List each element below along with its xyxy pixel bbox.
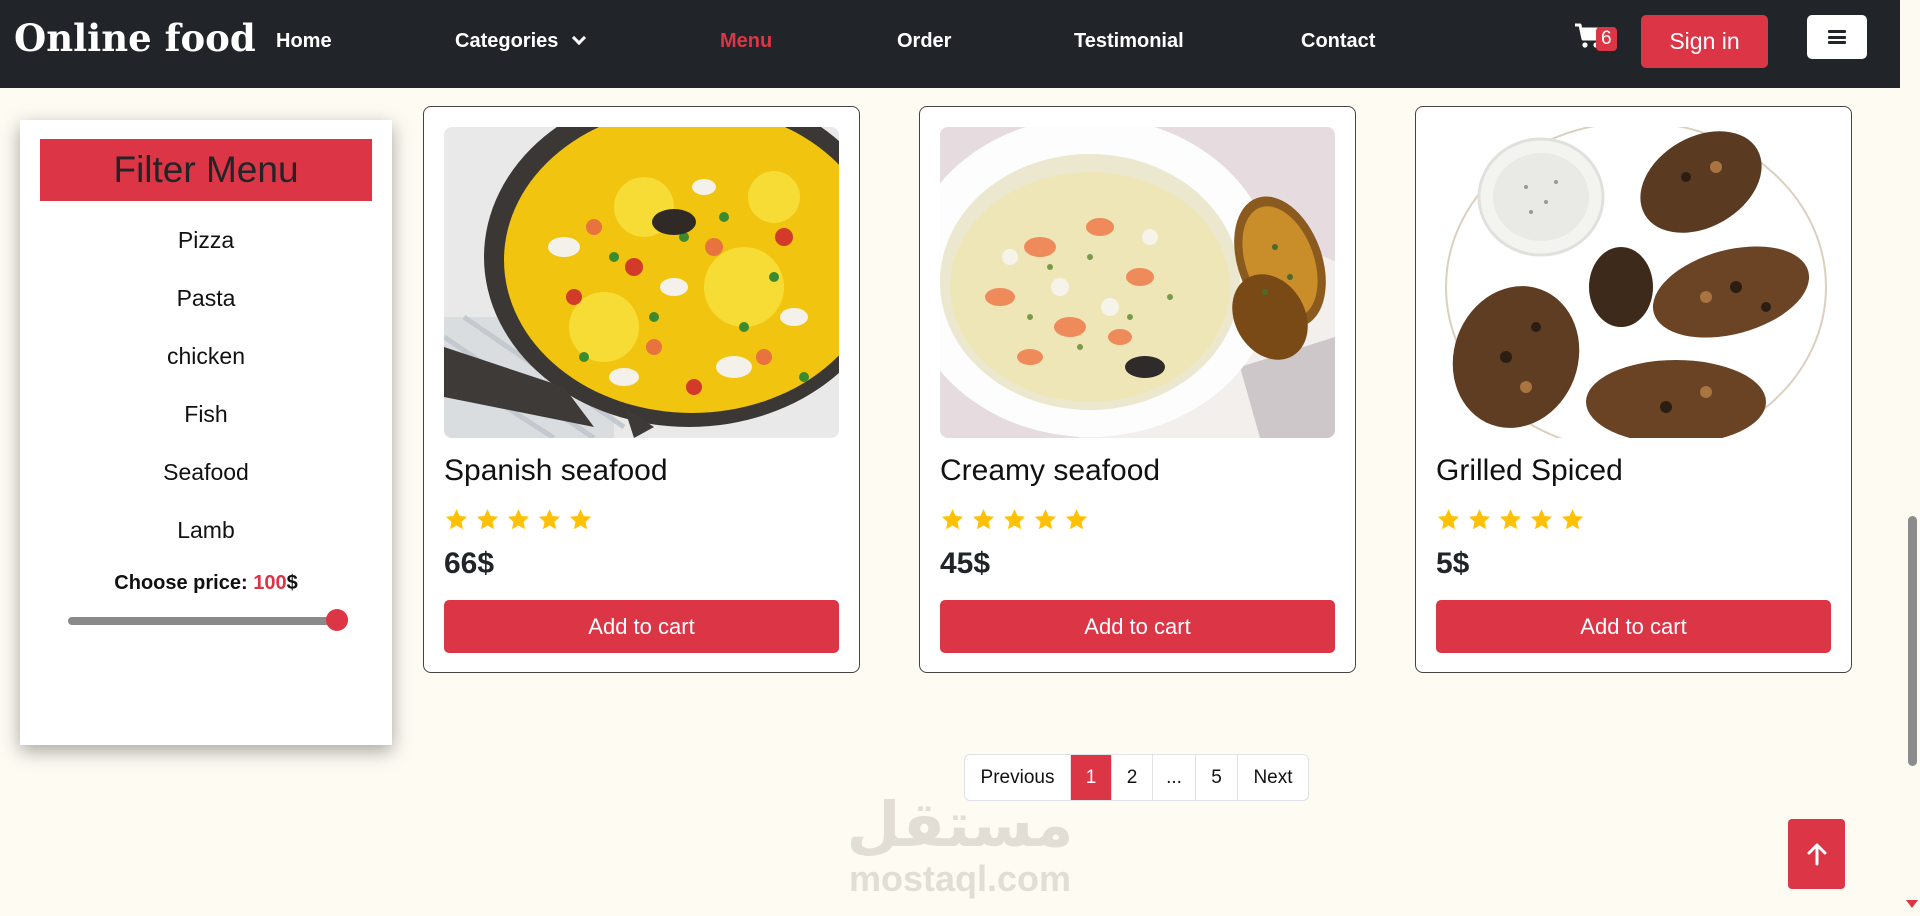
navbar-toggler[interactable] xyxy=(1807,15,1867,59)
nav-menu[interactable]: Menu xyxy=(720,30,772,53)
star-icon xyxy=(1003,509,1026,530)
nav-contact[interactable]: Contact xyxy=(1301,30,1375,53)
star-icon xyxy=(1561,509,1584,530)
star-icon xyxy=(1437,509,1460,530)
nav-order[interactable]: Order xyxy=(897,30,951,53)
chevron-down-icon xyxy=(572,30,587,46)
price-unit: $ xyxy=(286,572,298,594)
back-to-top-button[interactable] xyxy=(1788,819,1845,889)
star-icon xyxy=(507,509,530,530)
seafood-chowder-bowl-photo xyxy=(940,127,1335,438)
star-icon xyxy=(445,509,468,530)
pagination-page-2[interactable]: 2 xyxy=(1112,755,1153,800)
add-to-cart-button[interactable]: Add to cart xyxy=(1436,600,1831,653)
cart-count-badge: 6 xyxy=(1596,27,1617,51)
star-icon xyxy=(941,509,964,530)
add-to-cart-button[interactable]: Add to cart xyxy=(444,600,839,653)
star-icon xyxy=(1530,509,1553,530)
navbar: Online food Home Categories Menu Order T… xyxy=(0,0,1900,88)
scrollbar-thumb[interactable] xyxy=(1908,516,1917,766)
product-card: Spanish seafood 66$ Add to cart xyxy=(423,106,860,673)
filter-item-pasta[interactable]: Pasta xyxy=(20,285,392,312)
nav-categories[interactable]: Categories xyxy=(455,30,587,53)
star-icon xyxy=(1034,509,1057,530)
product-card: Grilled Spiced 5$ Add to cart xyxy=(1415,106,1852,673)
grilled-chicken-wings-photo xyxy=(1436,127,1831,438)
pagination-next[interactable]: Next xyxy=(1238,755,1308,800)
watermark-arabic: مستقل xyxy=(846,788,1074,861)
rating-stars xyxy=(444,507,593,532)
star-icon xyxy=(569,509,592,530)
nav-categories-label: Categories xyxy=(455,30,559,52)
product-name: Creamy seafood xyxy=(940,454,1161,487)
scrollbar-track[interactable] xyxy=(1900,0,1920,916)
nav-testimonial[interactable]: Testimonial xyxy=(1074,30,1184,53)
price-slider-track[interactable] xyxy=(68,617,348,625)
star-icon xyxy=(476,509,499,530)
watermark-latin: mostaql.com xyxy=(848,858,1072,899)
star-icon xyxy=(538,509,561,530)
product-price: 45$ xyxy=(940,547,991,580)
arrow-up-icon xyxy=(1807,843,1826,866)
hamburger-icon xyxy=(1828,30,1846,44)
filter-title: Filter Menu xyxy=(40,139,372,201)
star-icon xyxy=(972,509,995,530)
filter-item-chicken[interactable]: chicken xyxy=(20,343,392,370)
price-value: 100 xyxy=(253,572,287,594)
star-icon xyxy=(1499,509,1522,530)
filter-panel: Filter Menu Pizza Pasta chicken Fish Sea… xyxy=(20,120,392,745)
star-icon xyxy=(1468,509,1491,530)
product-price: 66$ xyxy=(444,547,495,580)
pagination-ellipsis: ... xyxy=(1153,755,1196,800)
paella-pan-photo xyxy=(444,127,839,438)
rating-stars xyxy=(1436,507,1585,532)
filter-item-fish[interactable]: Fish xyxy=(20,401,392,428)
scroll-down-arrow-icon[interactable] xyxy=(1906,900,1918,908)
cart-button[interactable]: 6 xyxy=(1574,22,1624,56)
filter-item-lamb[interactable]: Lamb xyxy=(20,517,392,544)
pagination-page-5[interactable]: 5 xyxy=(1196,755,1238,800)
price-slider-thumb[interactable] xyxy=(326,609,348,631)
rating-stars xyxy=(940,507,1089,532)
price-filter-label: Choose price: 100$ xyxy=(20,572,392,595)
add-to-cart-button[interactable]: Add to cart xyxy=(940,600,1335,653)
star-icon xyxy=(1065,509,1088,530)
product-name: Spanish seafood xyxy=(444,454,668,487)
product-name: Grilled Spiced xyxy=(1436,454,1623,487)
nav-home[interactable]: Home xyxy=(276,30,332,53)
product-card: Creamy seafood 45$ Add to cart xyxy=(919,106,1356,673)
filter-item-seafood[interactable]: Seafood xyxy=(20,459,392,486)
sign-in-button[interactable]: Sign in xyxy=(1641,15,1768,68)
price-label-text: Choose price: xyxy=(114,572,248,594)
product-price: 5$ xyxy=(1436,547,1470,580)
filter-item-pizza[interactable]: Pizza xyxy=(20,227,392,254)
brand-logo[interactable]: Online food xyxy=(14,16,256,60)
